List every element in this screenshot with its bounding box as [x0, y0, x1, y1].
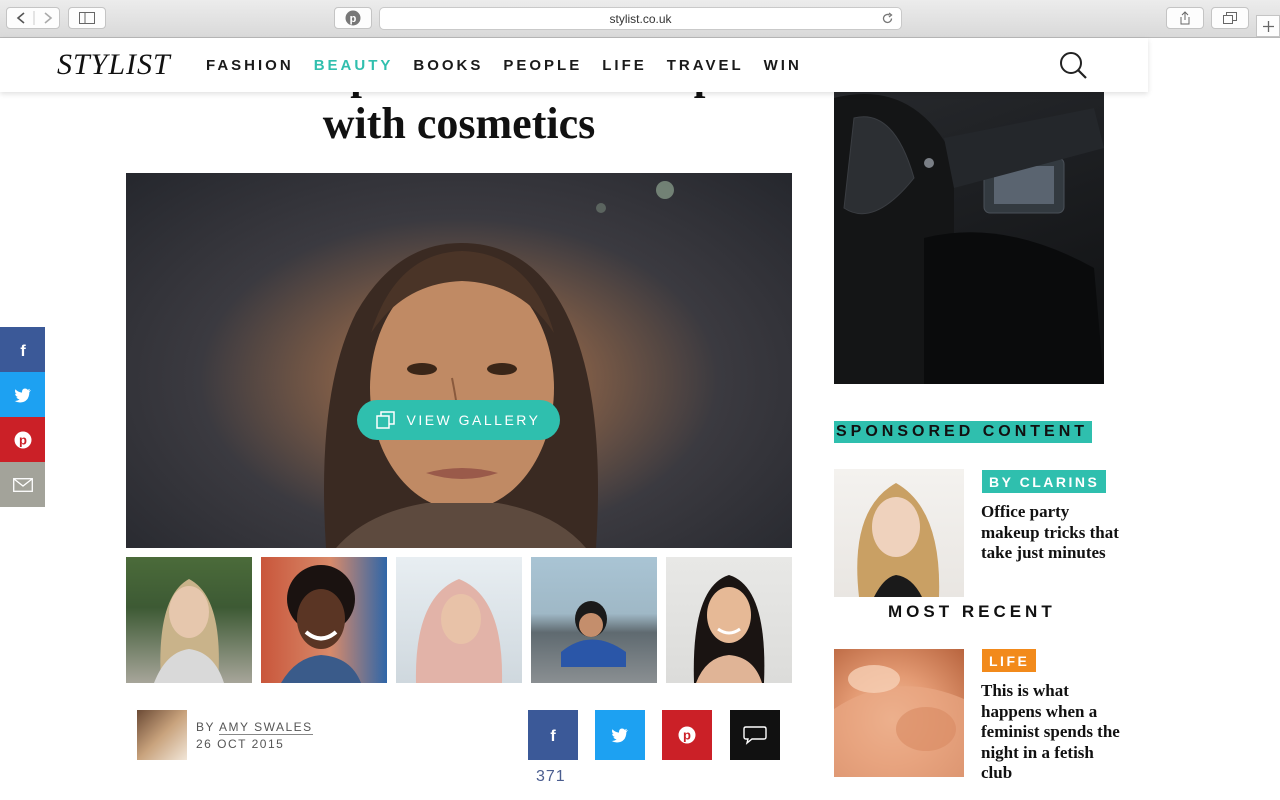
recent-card-image[interactable]: [834, 649, 964, 777]
skin-closeup-image: [834, 665, 964, 777]
article-headline: with cosmetics: [322, 99, 596, 148]
nav-item-books[interactable]: BOOKS: [413, 57, 483, 74]
gallery-thumbnail[interactable]: [261, 557, 387, 683]
side-share-facebook[interactable]: f: [0, 327, 45, 372]
recent-tag-life[interactable]: LIFE: [982, 649, 1037, 672]
twitter-icon: [13, 388, 31, 402]
main-nav: FASHION BEAUTY BOOKS PEOPLE LIFE TRAVEL …: [206, 57, 822, 74]
share-facebook-button[interactable]: f: [528, 710, 578, 760]
plus-icon: [1262, 20, 1274, 32]
facebook-icon: f: [20, 343, 26, 359]
address-bar[interactable]: stylist.co.uk: [379, 7, 902, 30]
new-tab-button[interactable]: [1256, 15, 1280, 37]
sidebar-toggle-button[interactable]: [68, 7, 106, 29]
search-icon[interactable]: [1058, 50, 1088, 80]
portrait-thumbnail-image: [693, 575, 765, 683]
pinterest-extension-button[interactable]: p: [334, 7, 372, 29]
stylist-logo[interactable]: STYLIST: [57, 48, 171, 82]
sponsored-card-title[interactable]: Office party makeup tricks that take jus…: [981, 502, 1131, 564]
back-forward-icon: [16, 11, 53, 25]
gallery-thumbnail[interactable]: [396, 557, 522, 683]
sponsored-card-image[interactable]: [834, 469, 964, 597]
nav-item-travel[interactable]: TRAVEL: [667, 57, 744, 74]
pinterest-icon: p: [14, 431, 31, 448]
author-avatar[interactable]: [137, 710, 187, 760]
blonde-model-image: [857, 483, 940, 597]
back-forward-buttons[interactable]: [6, 7, 60, 29]
gallery-icon: [376, 411, 396, 429]
portrait-thumbnail-image: [561, 601, 626, 667]
most-recent-heading: MOST RECENT: [888, 602, 1056, 621]
gallery-thumbnail[interactable]: [531, 557, 657, 683]
pinterest-icon: p: [345, 10, 361, 26]
svg-text:f: f: [550, 728, 556, 744]
side-share-pinterest[interactable]: p: [0, 417, 45, 462]
email-icon: [12, 477, 33, 492]
sidebar-icon: [79, 12, 95, 24]
pinterest-icon: p: [678, 726, 696, 744]
url-text: stylist.co.uk: [609, 11, 672, 26]
comment-icon: [743, 726, 767, 745]
view-gallery-button[interactable]: VIEW GALLERY: [357, 400, 560, 440]
byline: BY AMY SWALES: [196, 720, 313, 735]
browser-toolbar: p stylist.co.uk: [0, 0, 1280, 38]
svg-text:p: p: [683, 728, 691, 743]
share-twitter-button[interactable]: [595, 710, 645, 760]
sponsored-tag[interactable]: BY CLARINS: [982, 470, 1107, 493]
share-count: 371: [536, 768, 566, 785]
portrait-thumbnail-image: [281, 565, 361, 683]
portrait-thumbnail-image: [415, 579, 503, 683]
side-share-twitter[interactable]: [0, 372, 45, 417]
view-gallery-label: VIEW GALLERY: [406, 412, 541, 428]
nav-item-life[interactable]: LIFE: [602, 57, 647, 74]
nav-item-people[interactable]: PEOPLE: [503, 57, 582, 74]
side-share-email[interactable]: [0, 462, 45, 507]
author-link[interactable]: AMY SWALES: [218, 720, 313, 735]
byline-prefix: BY: [196, 720, 215, 734]
portrait-thumbnail-image: [154, 579, 224, 683]
svg-text:p: p: [350, 13, 357, 25]
tabs-overview-button[interactable]: [1211, 7, 1249, 29]
share-pinterest-button[interactable]: p: [662, 710, 712, 760]
sponsored-content-heading: SPONSORED CONTENT: [834, 421, 1093, 443]
nav-item-beauty[interactable]: BEAUTY: [314, 57, 394, 74]
share-browser-button[interactable]: [1166, 7, 1204, 29]
comment-button[interactable]: [730, 710, 780, 760]
svg-text:f: f: [20, 343, 26, 359]
portrait-woman-image: [324, 243, 598, 548]
site-header: STYLIST FASHION BEAUTY BOOKS PEOPLE LIFE…: [0, 38, 1148, 92]
recent-card-title[interactable]: This is what happens when a feminist spe…: [981, 681, 1121, 784]
facebook-icon: f: [550, 728, 556, 744]
gallery-thumbnails: [126, 557, 792, 683]
gallery-thumbnail[interactable]: [666, 557, 792, 683]
publish-date: 26 OCT 2015: [196, 737, 285, 751]
twitter-icon: [611, 728, 628, 743]
hero-gallery-image[interactable]: VIEW GALLERY: [126, 173, 792, 548]
tabs-icon: [1223, 12, 1237, 24]
nav-item-win[interactable]: WIN: [764, 57, 802, 74]
reload-icon[interactable]: [881, 12, 894, 25]
nav-item-fashion[interactable]: FASHION: [206, 57, 294, 74]
svg-text:p: p: [19, 432, 27, 447]
share-icon: [1180, 11, 1190, 25]
gallery-thumbnail[interactable]: [126, 557, 252, 683]
